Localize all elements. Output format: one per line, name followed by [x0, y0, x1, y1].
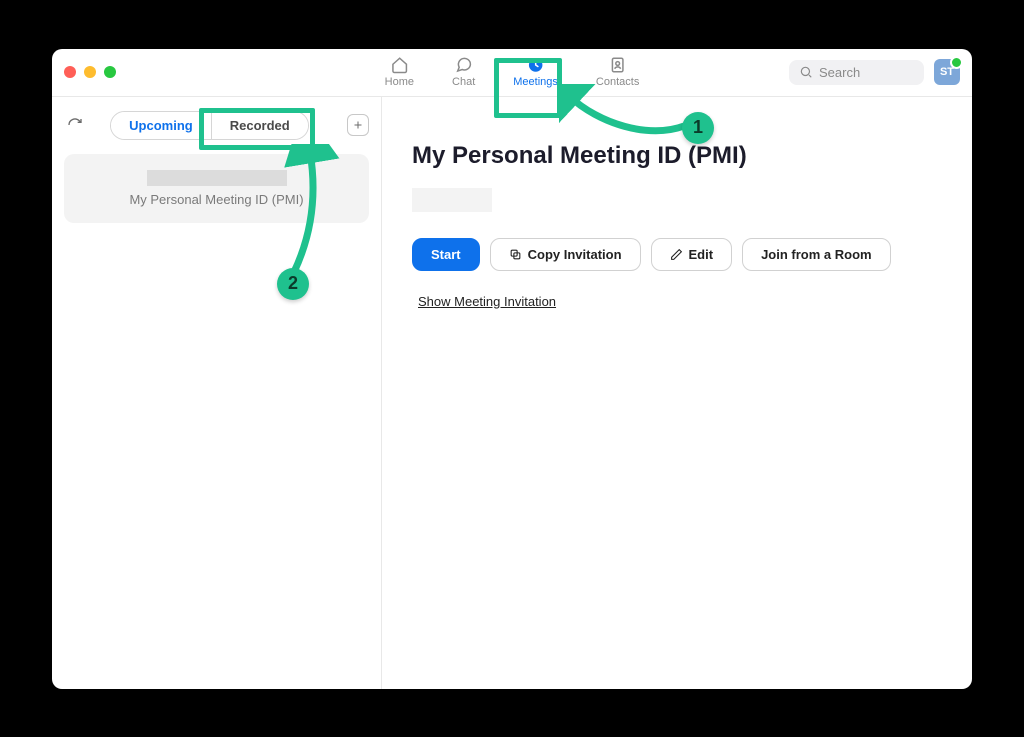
join-room-label: Join from a Room — [761, 247, 872, 262]
main-nav: Home Chat Meetings Contacts — [379, 49, 646, 96]
chat-icon — [455, 56, 473, 74]
segment-recorded[interactable]: Recorded — [211, 112, 308, 139]
edit-button[interactable]: Edit — [651, 238, 733, 271]
add-meeting-button[interactable] — [347, 114, 369, 136]
refresh-button[interactable] — [64, 114, 86, 136]
search-icon — [799, 65, 813, 79]
tab-chat[interactable]: Chat — [446, 49, 481, 96]
show-invitation-link[interactable]: Show Meeting Invitation — [418, 294, 556, 309]
tab-home-label: Home — [385, 76, 414, 88]
search-placeholder: Search — [819, 65, 860, 80]
action-buttons: Start Copy Invitation Edit Join from a R… — [412, 238, 942, 271]
titlebar: Home Chat Meetings Contacts Search ST — [52, 49, 972, 97]
tab-meetings[interactable]: Meetings — [507, 49, 564, 96]
tab-meetings-label: Meetings — [513, 76, 558, 88]
tab-home[interactable]: Home — [379, 49, 420, 96]
plus-icon — [352, 119, 364, 131]
redacted-pmi-value — [412, 188, 492, 212]
search-input[interactable]: Search — [789, 60, 924, 85]
join-from-room-button[interactable]: Join from a Room — [742, 238, 891, 271]
meeting-list-item[interactable]: My Personal Meeting ID (PMI) — [64, 154, 369, 223]
body: Upcoming Recorded My Personal Meeting ID… — [52, 97, 972, 689]
maximize-window-icon[interactable] — [104, 66, 116, 78]
avatar-initials: ST — [940, 66, 954, 78]
segmented-control: Upcoming Recorded — [110, 111, 309, 140]
titlebar-right: Search ST — [789, 59, 960, 85]
sidebar: Upcoming Recorded My Personal Meeting ID… — [52, 97, 382, 689]
close-window-icon[interactable] — [64, 66, 76, 78]
sidebar-toolbar: Upcoming Recorded — [64, 111, 369, 140]
refresh-icon — [67, 117, 83, 133]
minimize-window-icon[interactable] — [84, 66, 96, 78]
content: My Personal Meeting ID (PMI) Start Copy … — [382, 97, 972, 689]
copy-icon — [509, 248, 522, 261]
edit-button-label: Edit — [689, 247, 714, 262]
meeting-item-label: My Personal Meeting ID (PMI) — [129, 192, 303, 207]
page-title: My Personal Meeting ID (PMI) — [412, 142, 942, 170]
start-button-label: Start — [431, 247, 461, 262]
pencil-icon — [670, 248, 683, 261]
tab-contacts[interactable]: Contacts — [590, 49, 645, 96]
start-button[interactable]: Start — [412, 238, 480, 271]
copy-button-label: Copy Invitation — [528, 247, 622, 262]
clock-icon — [527, 56, 545, 74]
window-controls — [64, 66, 116, 78]
app-window: Home Chat Meetings Contacts Search ST — [52, 49, 972, 689]
contacts-icon — [609, 56, 627, 74]
avatar[interactable]: ST — [934, 59, 960, 85]
redacted-meeting-id — [147, 170, 287, 186]
copy-invitation-button[interactable]: Copy Invitation — [490, 238, 641, 271]
segment-upcoming[interactable]: Upcoming — [111, 112, 211, 139]
tab-contacts-label: Contacts — [596, 76, 639, 88]
home-icon — [390, 56, 408, 74]
tab-chat-label: Chat — [452, 76, 475, 88]
